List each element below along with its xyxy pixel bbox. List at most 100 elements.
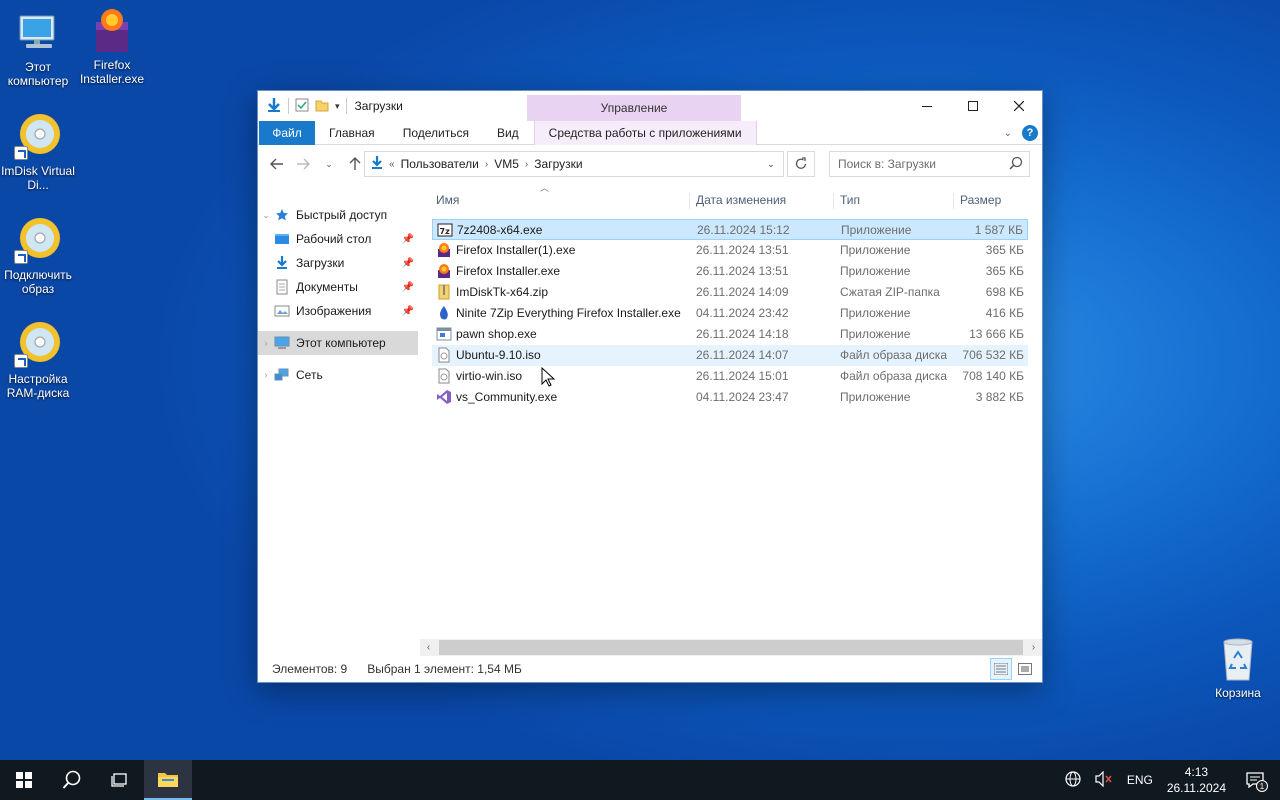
recent-locations-button[interactable]: ⌄ <box>318 153 340 175</box>
notification-badge: 1 <box>1256 780 1268 792</box>
tab-share[interactable]: Поделиться <box>389 121 483 145</box>
file-list-pane: ︿ Имя Дата изменения Тип Размер 7z 7z240… <box>418 183 1042 656</box>
table-row[interactable]: Firefox Installer.exe 26.11.2024 13:51 П… <box>432 261 1028 282</box>
task-view-button[interactable] <box>96 760 144 800</box>
desktop-icon-recycle-bin[interactable]: Корзина <box>1206 632 1270 700</box>
pin-icon[interactable]: 📌 <box>402 282 414 293</box>
7zip-icon: 7z <box>437 222 453 238</box>
column-header-size[interactable]: Размер <box>954 193 1028 209</box>
details-view-button[interactable] <box>990 658 1012 680</box>
pin-icon[interactable]: 📌 <box>402 306 414 317</box>
downloads-icon <box>274 255 290 271</box>
breadcrumb-downloads[interactable]: Загрузки <box>528 157 588 171</box>
tab-file[interactable]: Файл <box>259 120 315 145</box>
breadcrumb-users[interactable]: Пользователи <box>395 157 485 171</box>
sidebar-item-this-pc[interactable]: › Этот компьютер <box>258 331 418 355</box>
disc-icon <box>14 112 62 160</box>
title-bar: ▾ Загрузки Управление <box>258 91 1042 121</box>
table-row[interactable]: vs_Community.exe 04.11.2024 23:47 Прилож… <box>432 387 1028 408</box>
large-icons-view-button[interactable] <box>1014 658 1036 680</box>
search-input[interactable]: Поиск в: Загрузки <box>829 151 1030 177</box>
tab-home[interactable]: Главная <box>315 121 389 145</box>
download-arrow-icon <box>266 97 282 116</box>
desktop-icon-label: Этот компьютер <box>7 60 69 88</box>
desktop-icon-ram-disk[interactable]: Настройка RAM-диска <box>0 320 76 400</box>
expand-chevron-icon[interactable]: › <box>258 338 274 348</box>
collapse-chevron-icon[interactable]: ⌄ <box>258 210 274 221</box>
maximize-button[interactable] <box>950 91 996 121</box>
table-row[interactable]: 7z 7z2408-x64.exe 26.11.2024 15:12 Прило… <box>432 219 1028 240</box>
back-button[interactable] <box>266 153 288 175</box>
horizontal-scrollbar[interactable]: ‹ › <box>420 639 1042 656</box>
table-row[interactable]: Ubuntu-9.10.iso 26.11.2024 14:07 Файл об… <box>432 345 1028 366</box>
desktop-icon-imdisk[interactable]: ImDisk Virtual Di... <box>0 112 76 192</box>
minimize-button[interactable] <box>904 91 950 121</box>
sidebar-item-network[interactable]: › Сеть <box>258 363 418 387</box>
desktop-icon-label: Firefox Installer.exe <box>79 58 145 86</box>
refresh-icon <box>795 157 807 169</box>
customize-dropdown-icon[interactable]: ▾ <box>335 101 340 112</box>
up-button[interactable] <box>344 153 366 175</box>
desktop-icon-label: Подключить образ <box>4 268 72 296</box>
properties-icon[interactable] <box>295 98 309 115</box>
ribbon-tabs: Файл Главная Поделиться Вид Средства раб… <box>258 120 1042 145</box>
table-row[interactable]: ImDiskTk-x64.zip 26.11.2024 14:09 Сжатая… <box>432 282 1028 303</box>
volume-muted-icon[interactable] <box>1095 770 1113 790</box>
desktop-icon-this-pc[interactable]: Этот компьютер <box>0 8 76 88</box>
sidebar-item-downloads[interactable]: Загрузки 📌 <box>258 251 418 275</box>
breadcrumb-user[interactable]: VM5 <box>488 157 525 171</box>
tab-view[interactable]: Вид <box>483 121 533 145</box>
scroll-right-icon[interactable]: › <box>1025 642 1042 653</box>
scrollbar-thumb[interactable] <box>439 640 1023 655</box>
help-icon[interactable]: ? <box>1022 125 1038 141</box>
address-bar[interactable]: « Пользователи › VM5 › Загрузки ⌄ <box>364 151 784 177</box>
disc-icon <box>14 320 62 368</box>
file-explorer-taskbar-button[interactable] <box>144 760 192 800</box>
status-bar: Элементов: 9 Выбран 1 элемент: 1,54 МБ <box>258 656 1042 682</box>
shortcut-arrow-icon <box>14 354 28 368</box>
clock[interactable]: 4:13 26.11.2024 <box>1167 764 1226 796</box>
start-button[interactable] <box>0 760 48 800</box>
action-center-button[interactable]: 1 <box>1240 760 1270 800</box>
table-row[interactable]: Firefox Installer(1).exe 26.11.2024 13:5… <box>432 240 1028 261</box>
table-row[interactable]: virtio-win.iso 26.11.2024 15:01 Файл обр… <box>432 366 1028 387</box>
table-row[interactable]: Ninite 7Zip Everything Firefox Installer… <box>432 303 1028 324</box>
sidebar-item-quick-access[interactable]: ⌄ Быстрый доступ <box>258 203 418 227</box>
contextual-tab-group-manage[interactable]: Управление <box>527 95 741 121</box>
explorer-window: ▾ Загрузки Управление Файл Главная Подел… <box>257 90 1043 683</box>
pin-icon[interactable]: 📌 <box>402 258 414 269</box>
address-dropdown-icon[interactable]: ⌄ <box>759 152 783 176</box>
windows-logo-icon <box>16 772 32 788</box>
sidebar-item-desktop[interactable]: Рабочий стол 📌 <box>258 227 418 251</box>
tab-app-tools[interactable]: Средства работы с приложениями <box>533 120 757 145</box>
refresh-button[interactable] <box>787 151 815 177</box>
network-icon <box>274 367 290 383</box>
file-list: 7z 7z2408-x64.exe 26.11.2024 15:12 Прило… <box>432 219 1028 408</box>
new-folder-icon[interactable] <box>315 98 329 115</box>
expand-ribbon-icon[interactable]: ⌄ <box>1004 128 1012 139</box>
network-globe-icon[interactable] <box>1065 770 1081 790</box>
scroll-left-icon[interactable]: ‹ <box>420 642 437 653</box>
desktop-icon-mount-image[interactable]: Подключить образ <box>0 216 76 296</box>
desktop-icon-firefox-installer[interactable]: Firefox Installer.exe <box>74 6 150 86</box>
column-header-type[interactable]: Тип <box>834 193 954 209</box>
pin-icon[interactable]: 📌 <box>402 234 414 245</box>
input-language[interactable]: ENG <box>1127 773 1153 787</box>
search-icon[interactable] <box>1009 156 1023 173</box>
search-button[interactable] <box>48 760 96 800</box>
column-header-name[interactable]: Имя <box>430 193 690 209</box>
expand-chevron-icon[interactable]: › <box>258 370 274 380</box>
forward-arrow-icon <box>297 158 310 170</box>
table-row[interactable]: pawn shop.exe 26.11.2024 14:18 Приложени… <box>432 324 1028 345</box>
sidebar-item-documents[interactable]: Документы 📌 <box>258 275 418 299</box>
zip-folder-icon <box>436 284 452 300</box>
sidebar-item-pictures[interactable]: Изображения 📌 <box>258 299 418 323</box>
toolbar-separator <box>345 98 347 114</box>
forward-button[interactable] <box>292 153 314 175</box>
column-header-date[interactable]: Дата изменения <box>690 193 834 209</box>
shortcut-arrow-icon <box>14 146 28 160</box>
item-count: Элементов: 9 <box>272 662 348 676</box>
computer-icon <box>14 8 62 56</box>
sidebar-item-label: Быстрый доступ <box>296 208 388 222</box>
close-button[interactable] <box>996 91 1042 121</box>
